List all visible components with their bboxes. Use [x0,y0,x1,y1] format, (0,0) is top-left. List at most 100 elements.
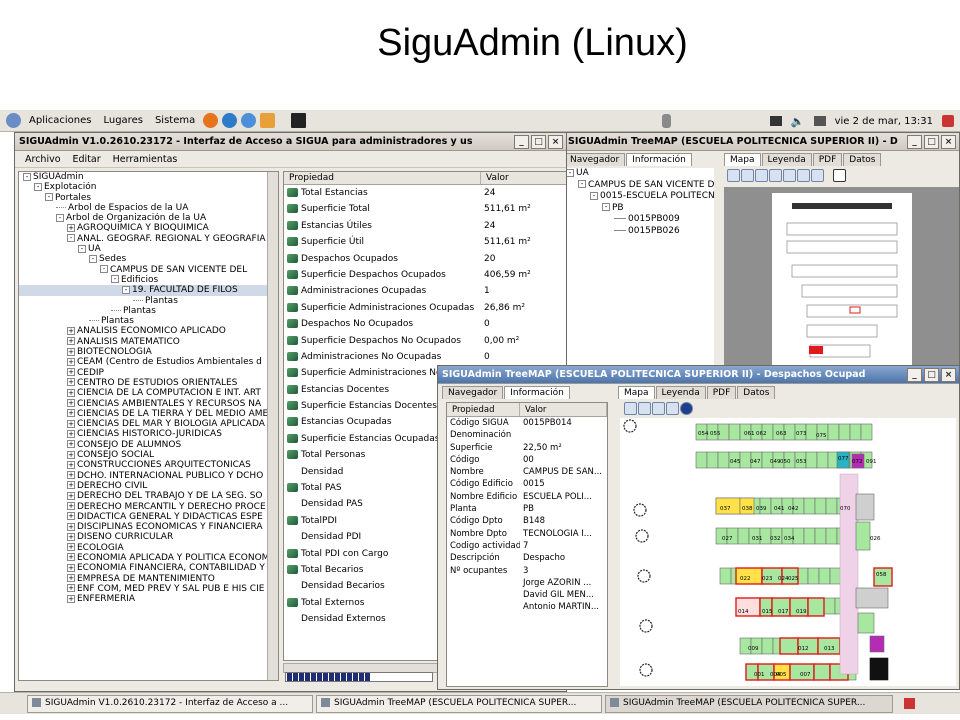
room[interactable] [818,567,831,585]
info-row[interactable]: Código Edificio 0015 [447,478,607,490]
tree-node[interactable]: -0015-ESCUELA POLITECNICA [564,191,714,203]
tree-node[interactable]: 0015PB009 [564,214,714,226]
expander-icon[interactable] [614,218,626,219]
expander-icon[interactable]: - [602,203,610,211]
expander-icon[interactable]: - [23,172,31,181]
info-row[interactable]: Código 00 [447,454,607,466]
tab-pdf[interactable]: PDF [812,153,843,166]
expander-icon[interactable]: + [67,337,75,346]
minimize-button[interactable]: _ [514,135,529,149]
tree-node[interactable]: + DIDACTICA GENERAL Y DIDACTICAS ESPE [19,512,278,522]
room[interactable] [807,597,825,617]
expander-icon[interactable]: + [67,460,75,469]
room[interactable] [855,587,889,609]
expander-icon[interactable]: - [111,275,119,284]
tree-node[interactable]: - UA [564,168,714,180]
tree-node[interactable]: + CONSTRUCCIONES ARQUITECTONICAS [19,460,278,470]
minimize-button[interactable]: _ [907,135,922,149]
tree-node[interactable]: Árbol de Espacios de la UA [19,203,278,213]
tree-node[interactable]: + DCHO. INTERNACIONAL PUBLICO Y DCHO [19,471,278,481]
grid-row[interactable]: Administraciones No Ocupadas 0 [284,349,566,365]
print-icon[interactable] [811,169,824,182]
expander-icon[interactable]: + [67,419,75,428]
expander-icon[interactable]: - [578,180,586,188]
clock[interactable]: vie 2 de mar, 13:31 [835,116,933,127]
package-icon[interactable] [260,113,276,128]
room[interactable] [695,451,708,469]
expander-icon[interactable]: + [67,522,75,531]
info-row[interactable]: Descripción Despacho [447,552,607,564]
tree-node[interactable]: + ECONOMIA APLICADA Y POLITICA ECONOM [19,553,278,563]
tree-node[interactable]: + ENFERMERIA [19,594,278,604]
expander-icon[interactable]: + [67,553,75,562]
room[interactable] [825,497,838,515]
tree-node[interactable]: + DERECHO MERCANTIL Y DERECHO PROCE [19,502,278,512]
tree-node[interactable]: - Portales [19,193,278,203]
menu-archivo[interactable]: Archivo [25,154,61,165]
room[interactable] [706,451,719,469]
expander-icon[interactable]: + [67,429,75,438]
tree-node[interactable]: + DERECHO DEL TRABAJO Y DE LA SEG. SO [19,491,278,501]
expander-icon[interactable]: - [89,254,97,263]
expander-icon[interactable]: + [67,491,75,500]
firefox-icon[interactable] [203,113,219,128]
refresh-icon[interactable] [727,169,740,182]
zoom-in-icon[interactable] [769,169,782,182]
tree-node[interactable]: + CIENCIAS DE LA TIERRA Y DEL MEDIO AME [19,409,278,419]
zoom-out-icon[interactable] [652,402,665,415]
main-titlebar[interactable]: SIGUAdmin V1.0.2610.23172 - Interfaz de … [15,133,566,151]
tab-leyenda[interactable]: Leyenda [761,153,812,166]
treemap-titlebar[interactable]: SIGUAdmin TreeMAP (ESCUELA POLITECNICA S… [564,133,959,151]
expander-icon[interactable]: - [566,168,574,177]
expander-icon[interactable]: + [67,409,75,418]
grid-row[interactable]: Superficie Despachos No Ocupados 0,00 m² [284,333,566,349]
expander-icon[interactable]: + [67,347,75,356]
expander-icon[interactable] [614,229,626,231]
tree-node[interactable]: + ANALISIS ECONOMICO APLICADO [19,326,278,336]
tree-node[interactable]: + EMPRESA DE MANTENIMIENTO [19,574,278,584]
tree-node[interactable]: + CEAM (Centro de Estudios Ambientales d [19,357,278,367]
grid-row[interactable]: Administraciones Ocupadas 1 [284,283,566,299]
task-siguadmin[interactable]: SIGUAdmin V1.0.2610.23172 - Interfaz de … [27,694,313,713]
grid-row[interactable]: Total Estancias 24 [284,185,566,201]
col-propiedad[interactable]: Propiedad [447,403,520,416]
expander-icon[interactable]: + [67,326,75,335]
expander-icon[interactable]: + [67,223,75,232]
close-button[interactable]: × [548,135,563,149]
grid-row[interactable]: Superficie Útil 511,61 m² [284,234,566,250]
room[interactable] [814,527,827,545]
terminal-icon[interactable] [291,113,307,128]
info-row[interactable]: David GIL MEN... [447,589,607,601]
tree-node[interactable]: Plantas [19,306,278,316]
email-icon[interactable] [222,113,238,128]
despachos-titlebar[interactable]: SIGUAdmin TreeMAP (ESCUELA POLITECNICA S… [438,366,959,384]
task-treemap-1[interactable]: SIGUAdmin TreeMAP (ESCUELA POLITECNICA S… [316,694,602,713]
info-row[interactable]: Código Dpto B148 [447,515,607,527]
grid-row[interactable]: Estancias Útiles 24 [284,218,566,234]
tree-node[interactable]: -19. FACULTAD DE FILOS [19,285,278,296]
tree-node[interactable]: - Edificios [19,275,278,285]
gnome-foot-icon[interactable] [6,113,21,128]
info-row[interactable]: Nombre CAMPUS DE SAN... [447,466,607,478]
room[interactable] [779,637,799,655]
tab-informacion[interactable]: Información [504,386,570,399]
tree-node[interactable]: + DERECHO CIVIL [19,481,278,491]
zoom-in-icon[interactable] [638,402,651,415]
tree-scrollbar[interactable] [267,172,278,680]
tree-node[interactable]: + ECONOMIA FINANCIERA, CONTABILIDAD Y [19,563,278,573]
info-row[interactable]: Denominación [447,429,607,441]
tab-datos[interactable]: Datos [843,153,882,166]
tree-node[interactable]: -CAMPUS DE SAN VICENTE DEL I [564,180,714,192]
tree-node[interactable]: + AGROQUIMICA Y BIOQUIMICA [19,223,278,233]
room[interactable] [857,612,875,634]
room[interactable] [827,423,840,441]
room[interactable] [737,527,750,545]
tab-navegador[interactable]: Navegador [442,386,504,399]
room[interactable] [717,451,730,469]
zoom-out-icon[interactable] [783,169,796,182]
expander-icon[interactable]: + [67,368,75,377]
info-row[interactable]: Codigo actividad 7 [447,540,607,552]
treemap-nav-tree[interactable]: -UA-CAMPUS DE SAN VICENTE DEL I-0015-ESC… [564,168,714,391]
expander-icon[interactable]: + [67,502,75,510]
tab-informacion[interactable]: Información [626,153,692,166]
